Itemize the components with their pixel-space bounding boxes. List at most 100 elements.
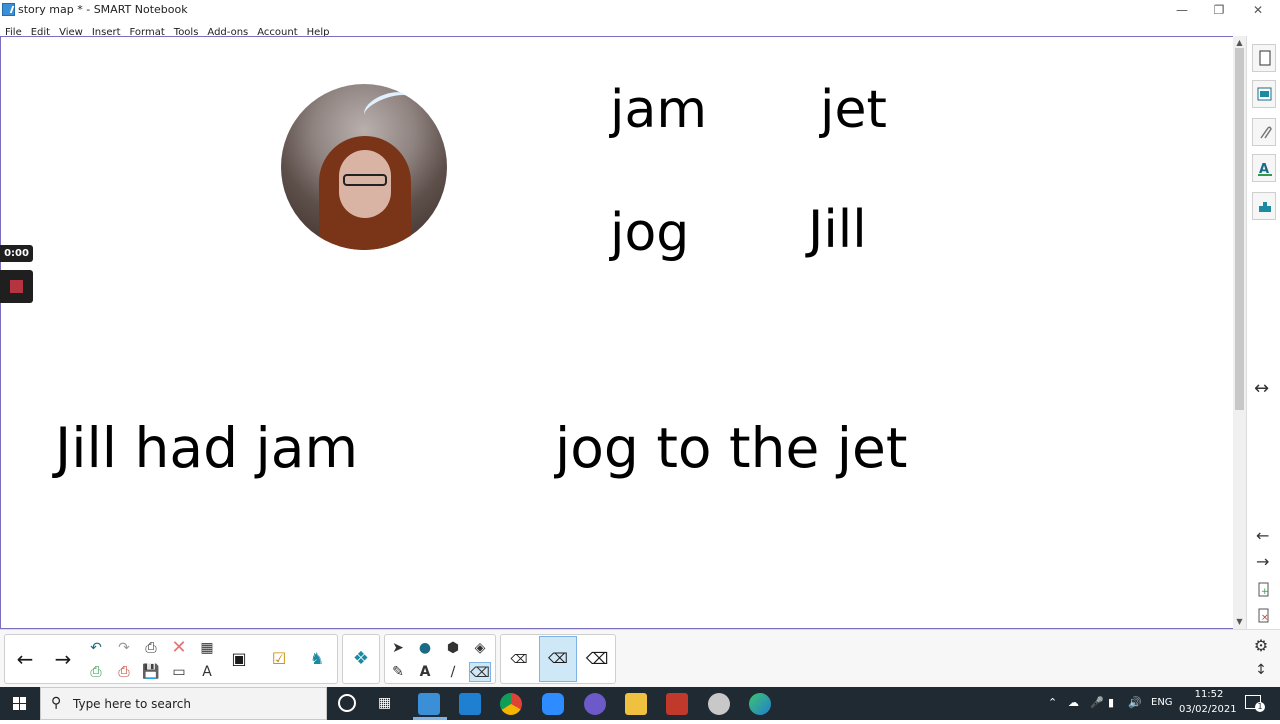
next-page-button[interactable]: → xyxy=(47,637,79,681)
screen-capture-icon[interactable]: ▣ xyxy=(223,637,255,681)
zoom-icon[interactable] xyxy=(542,693,564,715)
bottom-toolbar: ← → ↶ ↷ ⎙ ✕ ▦ ⎙ ⎙ 💾 ▭ A ▣ ☑ ♞ ❖ ➤ ● ⬢ ◈ … xyxy=(0,629,1280,687)
delete-icon[interactable]: ✕ xyxy=(168,638,190,658)
smart-notebook-taskbar-icon[interactable] xyxy=(418,693,440,715)
move-toolbar-icon[interactable]: ↕ xyxy=(1250,660,1272,680)
toolbar-group-eraser-options: ⌫ ⌫ ⌫ xyxy=(500,634,616,684)
clock-time[interactable]: 11:52 xyxy=(1186,689,1232,700)
photo-glasses xyxy=(343,174,387,186)
eraser-small-icon[interactable]: ⌫ xyxy=(503,637,535,681)
eraser-icon[interactable]: ⌫ xyxy=(469,662,491,682)
settings-gear-icon[interactable]: ⚙ xyxy=(1250,636,1272,656)
addons-tab[interactable] xyxy=(1252,192,1276,220)
attachments-icon xyxy=(1260,126,1272,139)
tray-overflow-icon[interactable]: ⌃ xyxy=(1048,696,1057,709)
scroll-up-arrow-icon[interactable]: ▲ xyxy=(1235,38,1244,47)
settings-app-icon[interactable] xyxy=(584,693,606,715)
addons-puzzle-icon[interactable]: ❖ xyxy=(345,637,377,681)
toolbar-group-tools: ➤ ● ⬢ ◈ ✎ A ∕ ⌫ xyxy=(384,634,496,684)
sentence-jog-to-the-jet[interactable]: jog to the jet xyxy=(555,416,907,480)
addons-icon xyxy=(1259,202,1271,212)
file-explorer-icon[interactable] xyxy=(625,693,647,715)
toolbar-group-main: ← → ↶ ↷ ⎙ ✕ ▦ ⎙ ⎙ 💾 ▭ A ▣ ☑ ♞ xyxy=(4,634,338,684)
word-jill[interactable]: Jill xyxy=(808,200,867,260)
full-screen-icon[interactable]: ▭ xyxy=(168,662,190,682)
word-jet[interactable]: jet xyxy=(820,80,887,140)
attachments-tab[interactable] xyxy=(1252,118,1276,146)
volume-icon[interactable]: 🔊 xyxy=(1128,696,1142,709)
redo-icon[interactable]: ↷ xyxy=(113,638,135,658)
word-jam[interactable]: jam xyxy=(610,80,707,140)
text-icon[interactable]: A xyxy=(414,662,436,682)
shapes-icon[interactable]: ● xyxy=(414,638,436,658)
powerpoint-icon[interactable] xyxy=(666,693,688,715)
svg-text:×: × xyxy=(1261,613,1269,623)
previous-page-button[interactable]: ← xyxy=(9,637,41,681)
notification-badge: 1 xyxy=(1255,702,1265,712)
recording-timer: 0:00 xyxy=(0,245,33,262)
notifications-icon[interactable]: 1 xyxy=(1245,695,1265,712)
polygon-icon[interactable]: ⬢ xyxy=(442,638,464,658)
undo-icon[interactable]: ↶ xyxy=(85,638,107,658)
taskbar-search-box[interactable]: ⚲ Type here to search xyxy=(40,687,327,720)
table-icon[interactable]: ▦ xyxy=(196,638,218,658)
close-button[interactable]: ✕ xyxy=(1250,2,1266,18)
webcam-photo[interactable] xyxy=(281,84,447,250)
page-sorter-tab[interactable] xyxy=(1252,44,1276,72)
properties-icon: A xyxy=(1258,162,1272,177)
toolbar-settings-group: ⚙ ↕ xyxy=(1246,634,1276,684)
window-title: story map * - SMART Notebook xyxy=(18,3,188,16)
sentence-jill-had-jam[interactable]: Jill had jam xyxy=(55,416,358,480)
gallery-icon xyxy=(1257,87,1272,101)
delete-page-icon[interactable]: × xyxy=(1257,608,1271,624)
tray-app-icon[interactable]: ☁ xyxy=(1068,696,1079,709)
gallery-tab[interactable] xyxy=(1252,80,1276,108)
new-page-icon[interactable]: ⎙ xyxy=(85,662,107,682)
mail-icon[interactable] xyxy=(459,693,481,715)
toolbar-group-addons: ❖ xyxy=(342,634,380,684)
stop-recording-button[interactable] xyxy=(0,270,33,303)
windows-taskbar: ⚲ Type here to search ▦ ⌃ ☁ 🎤 ▮ 🔊 ENG 11… xyxy=(0,687,1280,720)
right-sidebar: A ↔ ← → + × xyxy=(1246,36,1280,629)
search-icon: ⚲ xyxy=(51,695,62,711)
word-jog[interactable]: jog xyxy=(610,203,689,263)
edge-icon[interactable] xyxy=(749,693,771,715)
eraser-large-icon[interactable]: ⌫ xyxy=(581,637,613,681)
input-language[interactable]: ENG xyxy=(1151,697,1173,708)
task-view-icon[interactable]: ▦ xyxy=(378,695,391,711)
scroll-thumb[interactable] xyxy=(1235,48,1244,410)
sidebar-next-page-icon[interactable]: → xyxy=(1256,554,1269,570)
fill-icon[interactable]: ◈ xyxy=(469,638,491,658)
scroll-down-arrow-icon[interactable]: ▼ xyxy=(1235,617,1244,626)
pens-icon[interactable]: ✎ xyxy=(387,662,409,682)
battery-icon[interactable]: ▮ xyxy=(1108,696,1114,709)
microphone-icon[interactable]: 🎤 xyxy=(1090,696,1104,709)
save-icon[interactable]: 💾 xyxy=(140,662,162,682)
page-sorter-icon xyxy=(1259,50,1271,66)
vertical-scrollbar[interactable]: ▲ ▼ xyxy=(1233,36,1246,629)
swap-sidebar-icon[interactable]: ↔ xyxy=(1254,380,1269,398)
restore-button[interactable]: ❐ xyxy=(1211,2,1227,18)
search-placeholder: Type here to search xyxy=(73,697,191,711)
select-icon[interactable]: ➤ xyxy=(387,638,409,658)
start-button[interactable] xyxy=(0,687,40,720)
delete-page-toolbar-icon[interactable]: ⎙ xyxy=(113,662,135,682)
eraser-medium-icon[interactable]: ⌫ xyxy=(539,636,577,682)
svg-text:+: + xyxy=(1261,587,1269,597)
menu-bar: File Edit View Insert Format Tools Add-ons Acco… xyxy=(0,20,1280,38)
properties-tab[interactable]: A xyxy=(1252,154,1276,182)
clock-date[interactable]: 03/02/2021 xyxy=(1179,704,1237,715)
add-page-icon[interactable]: + xyxy=(1257,582,1271,598)
title-bar: story map * - SMART Notebook — ❐ ✕ xyxy=(0,0,1280,20)
chrome-icon[interactable] xyxy=(500,693,522,715)
cortana-icon[interactable] xyxy=(338,694,356,712)
response-icon[interactable]: ☑ xyxy=(263,637,295,681)
smart-notebook-icon xyxy=(2,3,15,16)
line-icon[interactable]: ∕ xyxy=(442,662,464,682)
lesson-activity-icon[interactable]: ♞ xyxy=(301,637,333,681)
minimize-button[interactable]: — xyxy=(1174,2,1190,18)
app-icon-generic[interactable] xyxy=(708,693,730,715)
sidebar-previous-page-icon[interactable]: ← xyxy=(1256,528,1269,544)
spell-check-icon[interactable]: A xyxy=(196,662,218,682)
paste-icon[interactable]: ⎙ xyxy=(140,638,162,658)
